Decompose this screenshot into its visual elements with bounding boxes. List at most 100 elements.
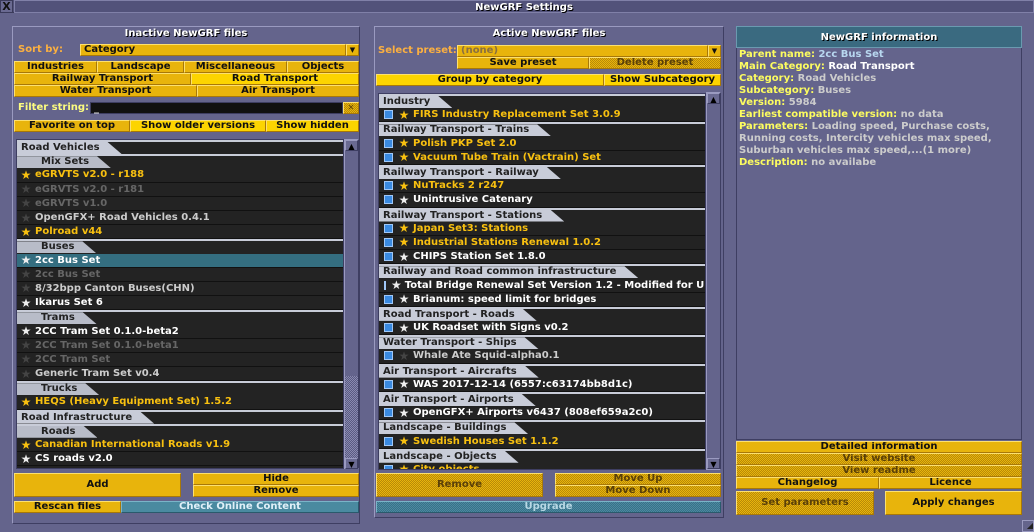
grf-list-item[interactable]: ★ eGRVTS v1.0 bbox=[17, 196, 343, 211]
check-online-content-button[interactable]: Check Online Content bbox=[121, 501, 359, 513]
favorite-star-icon[interactable]: ★ bbox=[20, 282, 32, 295]
clear-filter-icon[interactable]: ✕ bbox=[343, 102, 359, 114]
grf-list-item[interactable]: ★ Polroad v44 bbox=[17, 225, 343, 240]
favorite-star-icon[interactable]: ★ bbox=[398, 193, 410, 206]
grf-list-item[interactable]: ★ Canadian International Roads v1.9 bbox=[17, 437, 343, 453]
favorite-star-icon[interactable]: ★ bbox=[20, 211, 32, 224]
favorite-star-icon[interactable]: ★ bbox=[20, 296, 32, 309]
grf-list-item[interactable]: ★ Total Bridge Renewal Set Version 1.2 - … bbox=[379, 278, 705, 293]
licence-button[interactable]: Licence bbox=[879, 477, 1022, 489]
grf-list-item[interactable]: ★ eGRVTS v2.0 - r181 bbox=[17, 182, 343, 197]
favorite-star-icon[interactable]: ★ bbox=[20, 197, 32, 210]
grf-list-item[interactable]: ★ 2CC Tram Set bbox=[17, 352, 343, 367]
remove-inactive-button[interactable]: Remove bbox=[193, 485, 359, 497]
favorite-star-icon[interactable]: ★ bbox=[398, 250, 410, 263]
favorite-star-icon[interactable]: ★ bbox=[398, 406, 410, 419]
move-down-button[interactable]: Move Down bbox=[555, 485, 721, 497]
favorite-star-icon[interactable]: ★ bbox=[20, 183, 32, 196]
scroll-up-icon[interactable]: ▲ bbox=[707, 93, 720, 104]
changelog-button[interactable]: Changelog bbox=[736, 477, 879, 489]
favorite-star-icon[interactable]: ★ bbox=[20, 438, 32, 451]
favorite-star-icon[interactable]: ★ bbox=[391, 278, 402, 291]
category-industries[interactable]: Industries bbox=[14, 61, 97, 73]
remove-active-button[interactable]: Remove bbox=[376, 473, 543, 497]
category-railway[interactable]: Railway Transport bbox=[14, 73, 191, 85]
favorite-star-icon[interactable]: ★ bbox=[398, 137, 410, 150]
favorite-star-icon[interactable]: ★ bbox=[398, 108, 410, 121]
grf-list-item[interactable]: ★ 8/32bpp Canton Buses(CHN) bbox=[17, 281, 343, 297]
detailed-information-button[interactable]: Detailed information bbox=[736, 441, 1022, 453]
grf-list-item[interactable]: ★ 2CC Tram Set 0.1.0-beta1 bbox=[17, 338, 343, 353]
save-preset-button[interactable]: Save preset bbox=[457, 57, 589, 69]
grf-list-item[interactable]: ★ Whale Ate Squid-alpha0.1 bbox=[379, 349, 705, 364]
favorite-star-icon[interactable]: ★ bbox=[398, 321, 410, 334]
category-air[interactable]: Air Transport bbox=[197, 85, 359, 97]
scroll-down-icon[interactable]: ▼ bbox=[345, 458, 358, 469]
favorite-star-icon[interactable]: ★ bbox=[20, 324, 32, 337]
grf-list-item[interactable]: ★ WAS 2017-12-14 (6557:c63174bb8d1c) bbox=[379, 377, 705, 392]
resize-handle-icon[interactable]: ◢ bbox=[1022, 520, 1034, 532]
grf-list-item[interactable]: ★ Swedish Houses Set 1.1.2 bbox=[379, 434, 705, 449]
favorite-star-icon[interactable]: ★ bbox=[20, 395, 32, 408]
inactive-scrollbar[interactable]: ▲ ▼ bbox=[344, 139, 359, 469]
preset-dropdown[interactable]: (none) bbox=[457, 45, 708, 57]
scroll-up-icon[interactable]: ▲ bbox=[345, 140, 358, 151]
grf-list-item[interactable]: ★ Generic Tram Set v0.4 bbox=[17, 367, 343, 382]
favorite-star-icon[interactable]: ★ bbox=[398, 222, 410, 235]
grf-list-item[interactable]: ★ Vacuum Tube Train (Vactrain) Set bbox=[379, 150, 705, 165]
set-parameters-button[interactable]: Set parameters bbox=[736, 491, 874, 515]
grf-list-item[interactable]: ★ City objects bbox=[379, 462, 705, 469]
favorite-star-icon[interactable]: ★ bbox=[398, 179, 410, 192]
favorite-on-top-toggle[interactable]: Favorite on top bbox=[14, 120, 130, 132]
favorite-star-icon[interactable]: ★ bbox=[398, 151, 410, 164]
grf-list-item[interactable]: ★ UK Roadset with Signs v0.2 bbox=[379, 321, 705, 336]
view-readme-button[interactable]: View readme bbox=[736, 465, 1022, 477]
favorite-star-icon[interactable]: ★ bbox=[20, 339, 32, 352]
move-up-button[interactable]: Move Up bbox=[555, 473, 721, 485]
grf-list-item[interactable]: ★ OpenGFX+ Road Vehicles 0.4.1 bbox=[17, 210, 343, 226]
grf-list-item[interactable]: ★ CHIPS Station Set 1.8.0 bbox=[379, 250, 705, 265]
favorite-star-icon[interactable]: ★ bbox=[20, 168, 32, 181]
favorite-star-icon[interactable]: ★ bbox=[20, 452, 32, 465]
apply-changes-button[interactable]: Apply changes bbox=[885, 491, 1022, 515]
grf-list-item[interactable]: ★ OpenGFX+ Airports v6437 (808ef659a2c0) bbox=[379, 406, 705, 421]
close-button[interactable]: X bbox=[0, 0, 13, 13]
grf-list-item[interactable]: ★ 2CC Tram Set 0.1.0-beta2 bbox=[17, 324, 343, 339]
hide-button[interactable]: Hide bbox=[193, 473, 359, 485]
favorite-star-icon[interactable]: ★ bbox=[398, 236, 410, 249]
scroll-down-icon[interactable]: ▼ bbox=[707, 458, 720, 469]
favorite-star-icon[interactable]: ★ bbox=[20, 268, 32, 281]
grf-list-item[interactable]: ★ CS roads v2.0 bbox=[17, 452, 343, 467]
sort-dropdown[interactable]: Category bbox=[80, 44, 346, 56]
chevron-down-icon[interactable]: ▼ bbox=[708, 45, 721, 57]
grf-list-item[interactable]: ★ NuTracks 2 r247 bbox=[379, 179, 705, 194]
category-landscape[interactable]: Landscape bbox=[97, 61, 184, 73]
category-objects[interactable]: Objects bbox=[287, 61, 359, 73]
grf-list-item[interactable]: ★ Polish PKP Set 2.0 bbox=[379, 136, 705, 151]
favorite-star-icon[interactable]: ★ bbox=[20, 225, 32, 238]
grf-list-item[interactable]: ★ Brianum: speed limit for bridges bbox=[379, 292, 705, 307]
category-water[interactable]: Water Transport bbox=[14, 85, 197, 97]
filter-input[interactable]: _ bbox=[90, 102, 343, 114]
active-scrollbar[interactable]: ▲ ▼ bbox=[706, 92, 721, 470]
active-grf-list[interactable]: Industry ★ FIRS Industry Replacement Set 3… bbox=[378, 93, 706, 470]
favorite-star-icon[interactable]: ★ bbox=[398, 349, 410, 362]
favorite-star-icon[interactable]: ★ bbox=[398, 463, 410, 469]
chevron-down-icon[interactable]: ▼ bbox=[346, 44, 359, 56]
grf-list-item[interactable]: ★ FIRS Industry Replacement Set 3.0.9 bbox=[379, 108, 705, 123]
rescan-files-button[interactable]: Rescan files bbox=[14, 501, 121, 513]
favorite-star-icon[interactable]: ★ bbox=[398, 435, 410, 448]
visit-website-button[interactable]: Visit website bbox=[736, 453, 1022, 465]
inactive-grf-list[interactable]: Road Vehicles Mix Sets ★ eGRVTS v2.0 - r188… bbox=[16, 139, 344, 469]
favorite-star-icon[interactable]: ★ bbox=[20, 353, 32, 366]
favorite-star-icon[interactable]: ★ bbox=[20, 254, 32, 267]
category-road[interactable]: Road Transport bbox=[191, 73, 359, 85]
grf-list-item[interactable]: ★ 2cc Bus Set bbox=[17, 253, 343, 268]
favorite-star-icon[interactable]: ★ bbox=[20, 367, 32, 380]
favorite-star-icon[interactable]: ★ bbox=[398, 378, 410, 391]
grf-list-item[interactable]: ★ Japan Set3: Stations bbox=[379, 221, 705, 236]
grf-list-item[interactable]: ★ eGRVTS v2.0 - r188 bbox=[17, 168, 343, 183]
delete-preset-button[interactable]: Delete preset bbox=[589, 57, 721, 69]
favorite-star-icon[interactable]: ★ bbox=[398, 293, 410, 306]
grf-list-item[interactable]: ★ HEQS (Heavy Equipment Set) 1.5.2 bbox=[17, 395, 343, 410]
